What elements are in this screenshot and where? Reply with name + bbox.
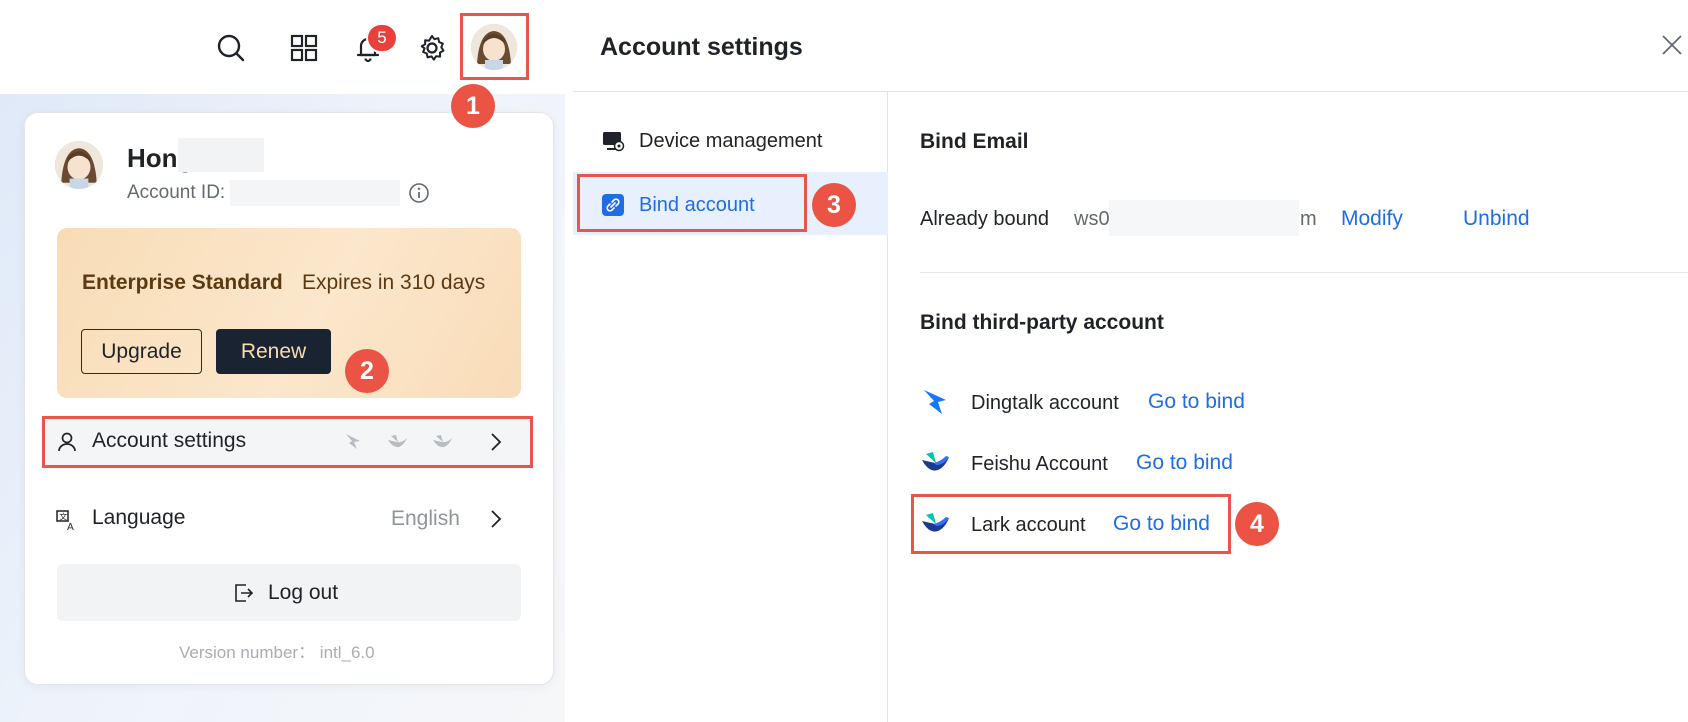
chevron-right-icon — [491, 433, 502, 451]
feishu-bind-link[interactable]: Go to bind — [1136, 451, 1233, 475]
upgrade-button[interactable]: Upgrade — [81, 329, 202, 374]
redacted-name — [178, 138, 264, 172]
third-party-title: Bind third-party account — [920, 311, 1164, 334]
feishu-account-label: Feishu Account — [971, 453, 1108, 475]
nav-bind-account-label: Bind account — [639, 194, 755, 216]
feishu-icon — [922, 452, 949, 471]
logout-label: Log out — [268, 581, 339, 604]
nav-device-management-label: Device management — [639, 130, 823, 152]
close-icon[interactable] — [1660, 33, 1684, 57]
version-number: Version number： intl_6.0 — [179, 643, 375, 662]
redacted-email — [1109, 200, 1299, 236]
info-icon[interactable] — [408, 182, 430, 204]
search-icon[interactable] — [213, 30, 249, 66]
apps-grid-icon[interactable] — [286, 30, 322, 66]
renew-button[interactable]: Renew — [216, 329, 331, 374]
section-divider — [920, 272, 1688, 273]
language-label: Language — [92, 506, 186, 529]
email-suffix: m — [1300, 208, 1317, 230]
link-icon — [602, 194, 624, 216]
account-settings-label: Account settings — [92, 429, 247, 452]
lark-bind-link[interactable]: Go to bind — [1113, 512, 1210, 536]
modify-email-link[interactable]: Modify — [1341, 207, 1403, 231]
lark-mini-icon — [433, 435, 452, 448]
profile-avatar — [55, 141, 103, 189]
dingtalk-mini-icon — [346, 434, 360, 449]
redacted-account-id — [230, 180, 400, 206]
email-status: Already bound — [920, 208, 1049, 230]
lark-account-label: Lark account — [971, 514, 1086, 536]
notification-badge: 5 — [366, 23, 398, 53]
avatar[interactable] — [471, 24, 517, 70]
language-value[interactable]: English — [391, 507, 460, 531]
bind-email-title: Bind Email — [920, 130, 1029, 153]
unbind-email-link[interactable]: Unbind — [1463, 207, 1530, 231]
svg-text:A: A — [67, 522, 74, 532]
user-icon — [58, 432, 76, 452]
lark-icon — [922, 513, 949, 532]
settings-title: Account settings — [600, 33, 803, 61]
chevron-right-icon[interactable] — [487, 508, 505, 530]
plan-name: Enterprise Standard — [82, 271, 283, 294]
plan-expiry: Expires in 310 days — [302, 271, 486, 294]
language-icon: 文A — [56, 510, 74, 532]
step-marker-1: 1 — [451, 84, 495, 128]
email-prefix: ws0 — [1074, 208, 1110, 230]
dingtalk-bind-link[interactable]: Go to bind — [1148, 390, 1245, 414]
dingtalk-account-label: Dingtalk account — [971, 392, 1119, 414]
gear-icon[interactable] — [414, 30, 450, 66]
feishu-mini-icon — [388, 435, 407, 448]
step-marker-2: 2 — [345, 349, 389, 393]
device-icon — [603, 132, 625, 152]
svg-text:文: 文 — [59, 512, 67, 522]
account-id-label: Account ID: — [127, 182, 226, 203]
step-marker-3: 3 — [812, 183, 856, 227]
step-marker-4: 4 — [1235, 502, 1279, 546]
dingtalk-icon — [924, 390, 946, 414]
logout-icon — [235, 584, 254, 602]
